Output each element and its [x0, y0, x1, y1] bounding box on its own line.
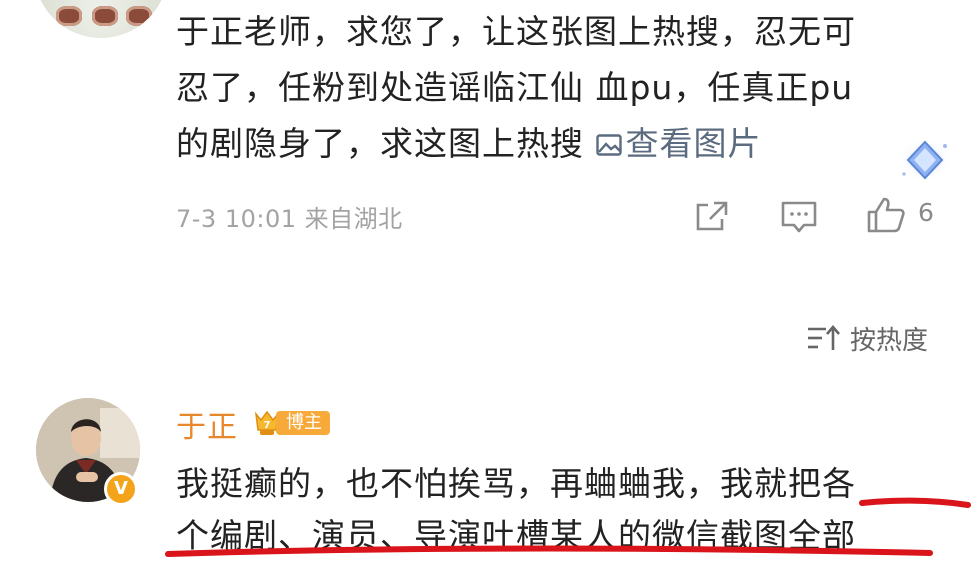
like-icon[interactable] [866, 196, 906, 234]
comment-timestamp: 7-3 10:01 来自湖北 [176, 205, 403, 233]
sort-label: 按热度 [850, 325, 929, 356]
comment-text-line: 于正老师，求您了，让这张图上热搜，忍无可 [176, 12, 856, 51]
sort-by-hot-button[interactable]: 按热度 [806, 320, 928, 356]
sort-icon [808, 325, 840, 350]
comment-text-line: 的剧隐身了，求这图上热搜 [176, 124, 584, 163]
share-icon[interactable] [694, 199, 730, 233]
author-badge: 7 博主 [252, 408, 330, 438]
commenter-avatar[interactable] [34, 0, 168, 38]
like-count: 6 [918, 198, 934, 227]
view-image-link[interactable]: 查看图片 [595, 124, 762, 163]
comment-icon[interactable] [780, 200, 818, 234]
image-icon [595, 134, 622, 156]
diamond-badge-icon [897, 138, 953, 182]
comment-text-line: 我挺癫的，也不怕挨骂，再蛐蛐我，我就把各 [176, 464, 856, 503]
view-image-label: 查看图片 [625, 124, 762, 163]
user-name[interactable]: 于正 [176, 402, 238, 446]
comment-text-line-last: 的剧隐身了，求这图上热搜 查看图片 [176, 118, 936, 170]
comment-text-line: 忍了，任粉到处造谣临江仙 血pu，任真正pu [176, 68, 854, 107]
badge-label: 博主 [276, 411, 330, 435]
badge-level: 7 [264, 420, 271, 431]
verified-badge: V [104, 472, 138, 506]
avatar-detail [92, 6, 118, 26]
comment-text-line: 个编剧、演员、导演吐槽某人的微信截图全部 [176, 516, 856, 555]
avatar-detail [126, 6, 152, 26]
avatar-detail [56, 6, 82, 26]
